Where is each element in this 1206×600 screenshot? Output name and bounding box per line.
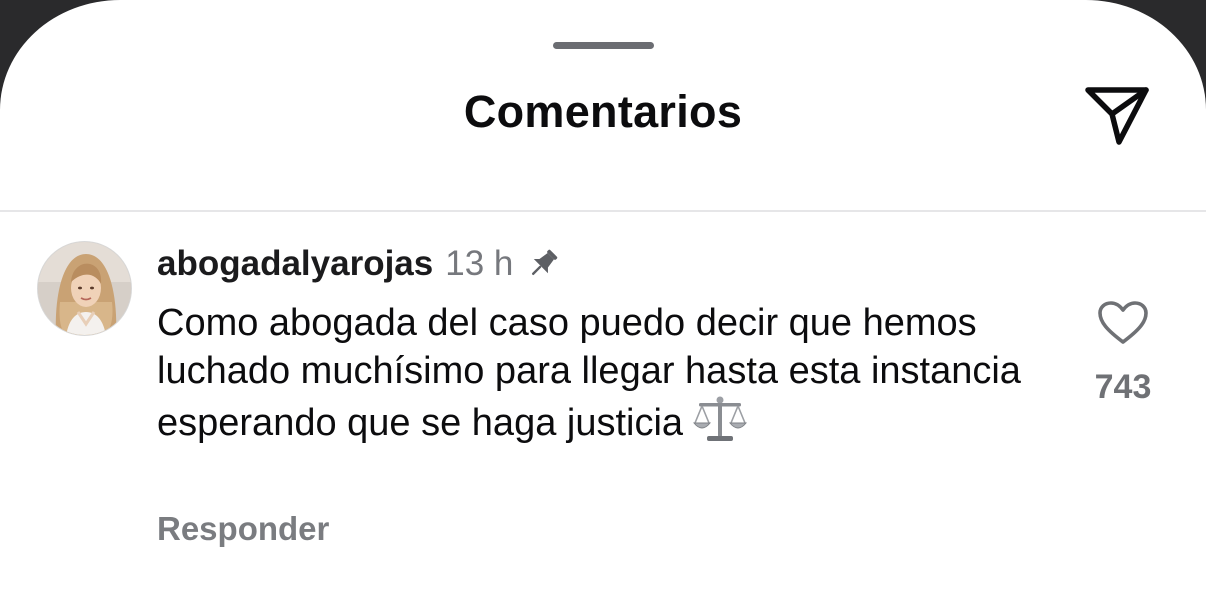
profile-photo: [38, 242, 131, 335]
comment-username[interactable]: abogadalyarojas: [157, 244, 433, 284]
like-button[interactable]: [1095, 298, 1151, 348]
sheet-drag-handle[interactable]: [553, 42, 654, 49]
reply-button[interactable]: Responder: [157, 510, 329, 548]
comment-text: Como abogada del caso puedo decir que he…: [157, 302, 1021, 444]
pin-icon: [525, 247, 561, 281]
comment-header: abogadalyarojas 13 h: [157, 244, 561, 284]
sheet-title: Comentarios: [463, 86, 743, 137]
balance-scale-emoji: [693, 395, 748, 456]
heart-outline-icon: [1098, 301, 1148, 344]
header-divider: [0, 210, 1206, 212]
paper-plane-icon: [1085, 87, 1149, 145]
comment-time: 13 h: [445, 244, 514, 283]
share-button[interactable]: [1080, 82, 1154, 148]
comment-body: Como abogada del caso puedo decir que he…: [157, 300, 1057, 456]
avatar[interactable]: [37, 241, 132, 336]
comments-sheet: Comentarios abogadalyarojas 13 h Como ab…: [0, 0, 1206, 600]
like-count: 743: [1094, 368, 1152, 406]
